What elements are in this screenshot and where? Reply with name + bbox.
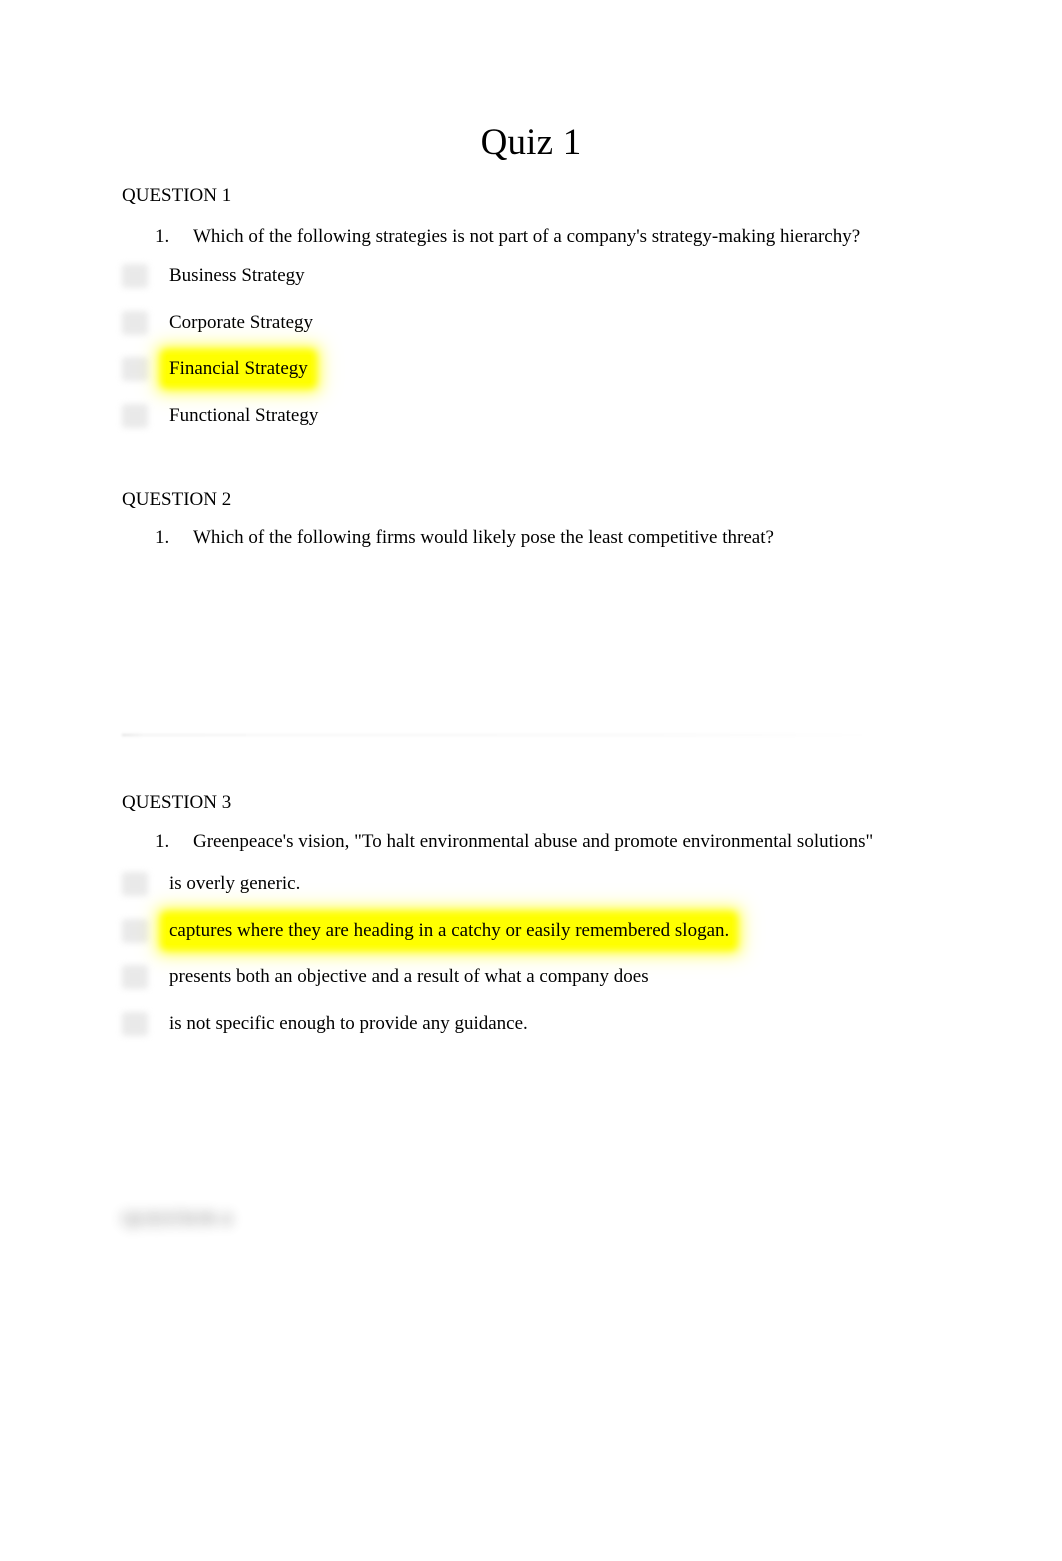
question-number-3: 1. bbox=[155, 831, 170, 852]
radio-button-icon[interactable] bbox=[122, 919, 148, 943]
answer-option-label: is overly generic. bbox=[169, 873, 301, 894]
question-number-1: 1. bbox=[155, 226, 170, 247]
radio-button-icon[interactable] bbox=[122, 404, 148, 428]
answer-option-q1-3[interactable]: Financial Strategy bbox=[122, 354, 311, 384]
answer-option-label: presents both an objective and a result … bbox=[169, 966, 649, 987]
answer-option-label-highlighted: Financial Strategy bbox=[166, 355, 311, 383]
radio-button-icon[interactable] bbox=[122, 965, 148, 989]
answer-option-q1-2[interactable]: Corporate Strategy bbox=[122, 308, 316, 338]
question-heading-3: QUESTION 3 bbox=[122, 792, 232, 813]
answer-option-q3-1[interactable]: is overly generic. bbox=[122, 869, 303, 899]
section-divider bbox=[122, 734, 872, 736]
question-heading-1: QUESTION 1 bbox=[122, 185, 232, 206]
document-page: Quiz 1 QUESTION 1 1. Which of the followi… bbox=[0, 0, 1062, 1561]
question-stem-2: 1. Which of the following firms would lik… bbox=[155, 525, 774, 551]
redacted-question-heading-4: QUESTION 4 bbox=[122, 1209, 232, 1230]
answer-option-q3-3[interactable]: presents both an objective and a result … bbox=[122, 962, 652, 992]
answer-option-q3-2[interactable]: captures where they are heading in a cat… bbox=[122, 916, 733, 946]
question-heading-2: QUESTION 2 bbox=[122, 489, 232, 510]
question-text-1: Which of the following strategies is not… bbox=[193, 226, 861, 247]
question-text-2: Which of the following firms would likel… bbox=[193, 527, 774, 548]
question-text-3: Greenpeace's vision, "To halt environmen… bbox=[193, 831, 874, 852]
radio-button-icon[interactable] bbox=[122, 264, 148, 288]
question-number-2: 1. bbox=[155, 527, 170, 548]
question-stem-1: 1. Which of the following strategies is n… bbox=[155, 224, 860, 250]
answer-option-q1-4[interactable]: Functional Strategy bbox=[122, 401, 321, 431]
page-title: Quiz 1 bbox=[480, 122, 582, 163]
answer-option-label: Functional Strategy bbox=[169, 405, 319, 426]
answer-option-label-highlighted: captures where they are heading in a cat… bbox=[166, 917, 733, 945]
answer-option-label: Corporate Strategy bbox=[169, 312, 314, 333]
answer-option-label: Business Strategy bbox=[169, 265, 305, 286]
radio-button-icon[interactable] bbox=[122, 311, 148, 335]
radio-button-icon[interactable] bbox=[122, 872, 148, 896]
answer-option-label: is not specific enough to provide any gu… bbox=[169, 1013, 528, 1034]
question-stem-3: 1. Greenpeace's vision, "To halt environm… bbox=[155, 829, 873, 855]
radio-button-icon[interactable] bbox=[122, 1012, 148, 1036]
answer-option-q1-1[interactable]: Business Strategy bbox=[122, 261, 308, 291]
answer-option-q3-4[interactable]: is not specific enough to provide any gu… bbox=[122, 1009, 531, 1039]
radio-button-icon[interactable] bbox=[122, 357, 148, 381]
